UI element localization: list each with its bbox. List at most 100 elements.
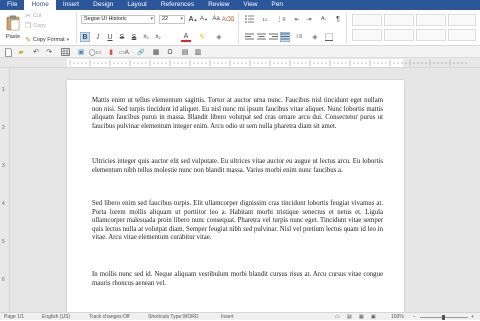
image-icon[interactable]: ▣ [76,47,86,57]
font-size-value: 22 [162,16,169,22]
highlight-icon[interactable]: ✎ [197,32,207,42]
shapes-icon[interactable]: ◯▭ [89,47,101,57]
vruler-number: 2 [2,125,5,131]
chevron-down-icon: ▾ [66,36,70,43]
bullet-list-icon[interactable] [244,14,254,24]
multilevel-list-icon[interactable]: ⋮≡ [276,14,286,24]
bold-button[interactable]: B [80,32,90,42]
separator [346,12,347,44]
tab-review[interactable]: Review [201,0,236,10]
chevron-down-icon: ▾ [180,16,183,22]
horizontal-ruler[interactable] [0,58,480,68]
vruler-number: 3 [2,163,5,169]
styles-gallery[interactable] [350,12,478,44]
vruler-number: 5 [2,239,5,245]
paragraph[interactable]: In mollis nunc sed id. Neque aliquam ves… [92,271,383,288]
font-family-select[interactable]: Segoe UI Historic ▾ [81,15,155,24]
bookmark-icon[interactable]: ▦ [151,47,161,57]
sort-icon[interactable]: A↓ [319,14,329,24]
double-strikethrough-button[interactable]: S [129,32,139,42]
quick-access-toolbar: ▰ ↶ ↷ ▣ ◯▭ ▮ ▭A 🔗 ▦ Ω ▤ ▥ [0,46,480,58]
show-marks-icon[interactable]: ¶ [333,14,343,24]
align-right-icon[interactable] [268,32,278,42]
strikethrough-button[interactable]: S [117,32,127,42]
tab-pen[interactable]: Pen [264,0,290,10]
style-swatch[interactable] [416,14,446,26]
new-document-icon[interactable] [3,47,13,57]
copy-label: Copy [33,22,47,29]
vruler-number: 6 [2,277,5,283]
zoom-slider-thumb[interactable] [442,314,445,320]
align-left-icon[interactable] [244,32,254,42]
copy-icon: ❐ [25,22,32,30]
tab-insert[interactable]: Insert [56,0,86,10]
scissors-icon: ✂ [25,12,31,20]
subscript-button[interactable]: x2 [153,32,163,42]
font-size-select[interactable]: 22 ▾ [159,15,185,24]
tab-references[interactable]: References [154,0,201,10]
copy-format-button[interactable]: ✎ Copy Format ▾ [25,35,69,44]
superscript-button[interactable]: x2 [141,32,151,42]
chevron-down-icon: ▾ [150,16,153,22]
tab-layout[interactable]: Layout [120,0,154,10]
undo-icon[interactable]: ↶ [31,47,41,57]
copy-button[interactable]: ❐ Copy [25,21,46,30]
grow-font-icon[interactable]: A ▲ [188,14,198,24]
shrink-font-icon[interactable]: A ▼ [199,14,209,24]
style-swatch[interactable] [352,14,382,26]
page-break-icon[interactable]: ▤ [180,47,190,57]
header-icon[interactable]: ▥ [193,47,203,57]
tab-view[interactable]: View [236,0,264,10]
tab-design[interactable]: Design [86,0,120,10]
document-page[interactable]: Mattis enim ut tellus elementum sagittis… [67,80,404,312]
shading-icon[interactable]: ◈ [214,32,224,42]
open-folder-icon[interactable]: ▰ [16,47,26,57]
paste-button[interactable]: Paste [3,12,23,42]
borders-icon[interactable] [324,32,334,42]
separator [76,12,77,44]
redo-icon[interactable]: ↷ [44,47,54,57]
ribbon-home: Paste ✂ Cut ❐ Copy ✎ Copy Format ▾ Segoe… [0,10,480,46]
italic-button[interactable]: I [93,32,103,42]
vertical-ruler[interactable]: 1 2 3 4 5 6 [0,68,10,312]
numbered-list-icon[interactable]: 1≡ [260,14,270,24]
symbol-icon[interactable]: Ω [165,47,175,57]
paragraph-shading-icon[interactable]: ◈ [310,32,320,42]
menu-tabs: File Home Insert Design Layout Reference… [0,0,480,10]
change-case-icon[interactable]: Aa [211,14,221,24]
vruler-number: 1 [2,87,5,93]
tab-home[interactable]: Home [24,0,56,10]
style-swatch[interactable] [384,14,414,26]
link-icon[interactable]: 🔗 [136,47,146,57]
font-family-value: Segoe UI Historic [84,16,127,22]
copy-format-label: Copy Format [32,36,65,43]
font-color-icon[interactable]: A [181,32,191,42]
style-swatch[interactable] [448,14,476,26]
paragraph[interactable]: Sed libero enim sed faucibus turpis. Eli… [92,200,383,243]
cut-button[interactable]: ✂ Cut [25,11,41,20]
justify-icon[interactable] [280,32,290,42]
vruler-number: 4 [2,201,5,207]
increase-indent-icon[interactable]: ⇥ [304,14,314,24]
zoom-slider[interactable] [420,314,468,320]
paragraph[interactable]: Ultricies integer quis auctor elit sed v… [92,158,383,175]
table-icon[interactable] [60,47,70,57]
line-spacing-icon[interactable]: ↕≡ [294,32,304,42]
underline-button[interactable]: U [105,32,115,42]
align-center-icon[interactable] [256,32,266,42]
separator [238,12,239,44]
clear-format-icon[interactable]: A⌫ [222,14,235,24]
textbox-icon[interactable]: ▭A [119,47,129,57]
style-swatch[interactable] [448,29,476,41]
style-swatch[interactable] [352,29,382,41]
paragraph[interactable]: Mattis enim ut tellus elementum sagittis… [92,97,383,131]
chart-icon[interactable]: ▮ [106,47,116,57]
style-swatch[interactable] [416,29,446,41]
ruler-ticks [69,60,467,66]
document-area[interactable]: Mattis enim ut tellus elementum sagittis… [10,68,480,312]
style-swatch[interactable] [384,29,414,41]
format-painter-icon: ✎ [25,36,31,44]
tab-file[interactable]: File [0,0,24,10]
decrease-indent-icon[interactable]: ⇤ [292,14,302,24]
paste-label: Paste [5,33,21,40]
